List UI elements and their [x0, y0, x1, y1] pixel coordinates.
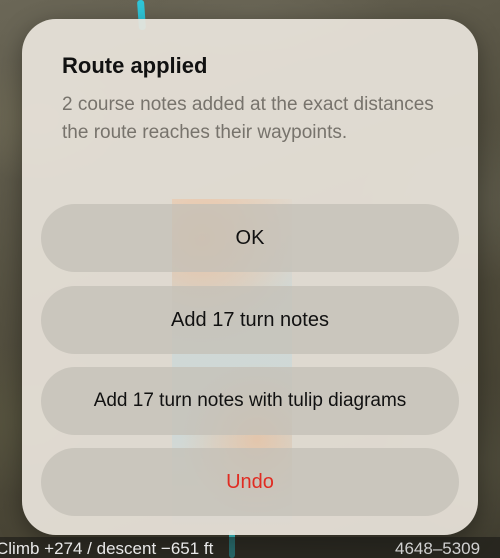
undo-button[interactable]: Undo — [41, 448, 459, 516]
dialog-title: Route applied — [62, 53, 208, 78]
add-turn-notes-label: Add 17 turn notes — [171, 308, 329, 331]
add-turn-notes-button[interactable]: Add 17 turn notes — [41, 286, 459, 354]
elevation-stats: Climb +274 / descent −651 ft — [0, 539, 214, 558]
add-tulip-notes-button[interactable]: Add 17 turn notes with tulip diagrams — [41, 367, 459, 435]
range-readout: 4648–5309 — [395, 539, 481, 558]
dialog-message: 2 course notes added at the exact distan… — [62, 94, 434, 143]
undo-button-label: Undo — [226, 470, 274, 493]
ok-button-label: OK — [235, 226, 265, 249]
ok-button[interactable]: OK — [41, 204, 459, 272]
map-screen: Route applied 2 course notes added at th… — [0, 0, 500, 558]
add-tulip-notes-label: Add 17 turn notes with tulip diagrams — [93, 390, 407, 411]
route-applied-dialog: Route applied 2 course notes added at th… — [22, 19, 478, 535]
